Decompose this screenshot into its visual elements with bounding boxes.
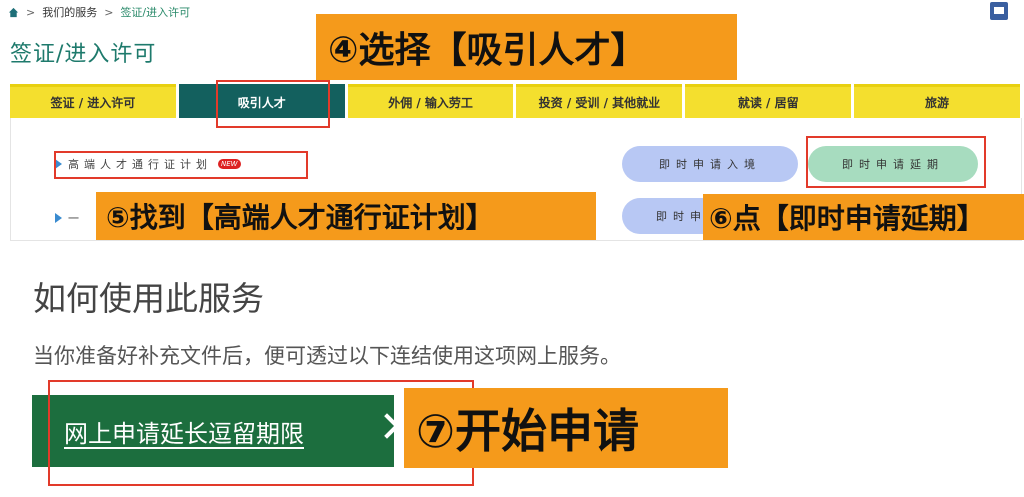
highlight-extension xyxy=(806,136,986,188)
list-item-label[interactable]: 一 xyxy=(68,210,84,226)
tab-investment[interactable]: 投资 / 受训 / 其他就业 xyxy=(516,84,683,118)
tab-bar: 签证 / 进入许可 吸引人才 外佣 / 输入劳工 投资 / 受训 / 其他就业 … xyxy=(10,84,1020,118)
tab-travel[interactable]: 旅游 xyxy=(854,84,1020,118)
tab-visa[interactable]: 签证 / 进入许可 xyxy=(10,84,176,118)
annotation-step4: ④选择【吸引人才】 xyxy=(316,14,737,80)
tab-study[interactable]: 就读 / 居留 xyxy=(685,84,852,118)
apply-entry-button[interactable]: 即时申请入境 xyxy=(622,146,798,182)
how-to-title: 如何使用此服务 xyxy=(33,279,264,318)
page-title: 签证/进入许可 xyxy=(10,42,157,67)
annotation-step5: ⑤找到【高端人才通行证计划】 xyxy=(96,192,596,240)
home-icon[interactable] xyxy=(8,7,19,18)
site-panel: > 我们的服务 > 签证/进入许可 签证/进入许可 签证 / 进入许可 吸引人才… xyxy=(0,0,1024,241)
tab-domestic-helpers[interactable]: 外佣 / 输入劳工 xyxy=(347,84,514,118)
breadcrumb-separator: > xyxy=(104,5,114,19)
print-icon[interactable] xyxy=(990,2,1008,20)
breadcrumb: > 我们的服务 > 签证/进入许可 xyxy=(8,4,190,20)
highlight-talent-tab xyxy=(216,80,330,128)
how-to-description: 当你准备好补充文件后，便可透过以下连结使用这项网上服务。 xyxy=(33,344,621,368)
annotation-step7: ⑦开始申请 xyxy=(404,388,728,468)
arrow-right-icon xyxy=(55,213,62,223)
highlight-top-talent xyxy=(54,151,308,179)
breadcrumb-visa[interactable]: 签证/进入许可 xyxy=(120,4,190,20)
breadcrumb-services[interactable]: 我们的服务 xyxy=(42,4,97,20)
annotation-step6: ⑥点【即时申请延期】 xyxy=(703,194,1024,240)
list-item-second[interactable]: 一 xyxy=(55,210,84,226)
breadcrumb-separator: > xyxy=(26,5,36,19)
